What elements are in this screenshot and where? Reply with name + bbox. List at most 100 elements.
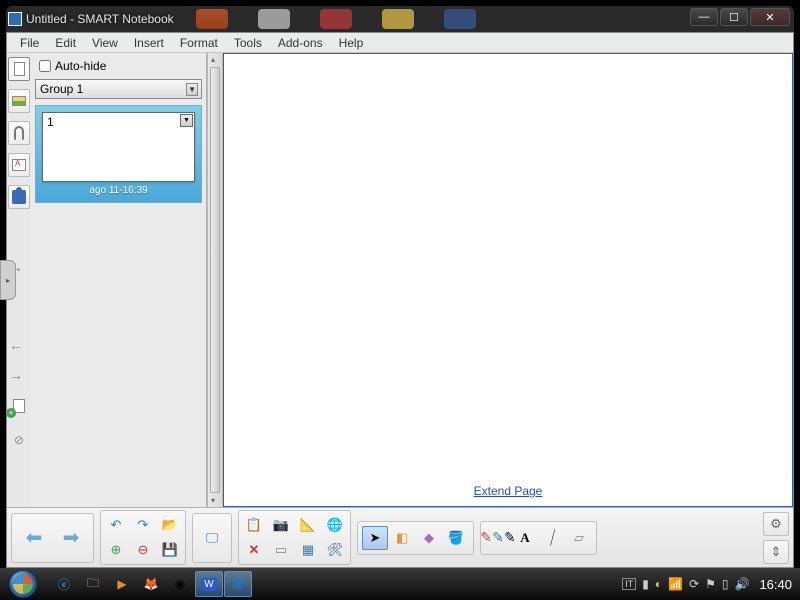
start-button[interactable] — [0, 568, 46, 600]
nav-group: ⬅ ➡ — [11, 513, 94, 563]
taskbar-explorer[interactable]: 🗀 — [79, 571, 107, 597]
eraser-tool[interactable]: ▱ — [566, 526, 592, 550]
prev-page-button[interactable]: ← — [9, 337, 29, 351]
main-area: ↔ ← → + ⊘ Auto-hide Group 1 1 ▼ — [7, 53, 793, 507]
folder-icon: 📂 — [162, 517, 178, 533]
save-button[interactable]: 💾 — [157, 538, 183, 562]
maximize-button[interactable]: ☐ — [720, 8, 748, 26]
close-button[interactable]: ✕ — [750, 8, 790, 26]
next-button[interactable]: ➡ — [53, 518, 89, 558]
panel-expand-handle[interactable] — [0, 260, 16, 300]
delete-page-button[interactable]: ⊘ — [8, 429, 30, 451]
minimize-button[interactable]: — — [690, 8, 718, 26]
tab-gallery[interactable] — [8, 89, 30, 113]
tab-properties[interactable] — [8, 153, 30, 177]
open-button[interactable]: 📂 — [157, 513, 183, 537]
taskbar-clock[interactable]: 16:40 — [759, 577, 792, 592]
tab-addons[interactable] — [8, 185, 30, 209]
vertical-scrollbar[interactable] — [207, 53, 223, 507]
select-tool[interactable]: ➤ — [362, 526, 388, 550]
menu-addons[interactable]: Add-ons — [271, 34, 330, 52]
tray-battery-icon[interactable]: ▯ — [722, 577, 729, 591]
page-thumb-menu-button[interactable]: ▼ — [180, 114, 193, 127]
taskbar-firefox[interactable]: 🦊 — [137, 571, 165, 597]
menu-tools[interactable]: Tools — [227, 34, 269, 52]
titlebar[interactable]: Untitled - SMART Notebook — ☐ ✕ — [6, 6, 794, 32]
screen-shade-button[interactable]: ▭ — [268, 538, 294, 562]
move-toolbar-button[interactable]: ⇕ — [763, 540, 789, 564]
group-dropdown-label: Group 1 — [40, 82, 83, 96]
shape-3d-tool[interactable]: ◧ — [389, 526, 415, 550]
x-icon: ✕ — [249, 542, 260, 558]
ruler-icon: 📐 — [300, 517, 316, 533]
taskbar-word[interactable]: W — [195, 571, 223, 597]
text-tool[interactable]: A — [512, 526, 538, 550]
toolbar-right: ⚙ ⇕ — [763, 512, 789, 564]
group-dropdown[interactable]: Group 1 — [35, 79, 202, 99]
camera-icon: 📷 — [273, 517, 289, 533]
page-thumbnail-selected[interactable]: 1 ▼ ago 11-16:39 — [35, 105, 202, 203]
page-canvas[interactable]: Extend Page — [223, 53, 793, 507]
prev-button[interactable]: ⬅ — [16, 518, 52, 558]
delete-page-toolbar-button[interactable]: ⊖ — [130, 538, 156, 562]
redo-icon: ↷ — [138, 517, 149, 533]
line-tool[interactable]: ／ — [539, 526, 565, 550]
menu-edit[interactable]: Edit — [48, 34, 83, 52]
screen-share-button[interactable]: 🖵 — [197, 518, 227, 558]
draw-group: ✎✎✎ A ／ ▱ — [480, 521, 597, 555]
clipboard-icon: 📋 — [246, 517, 262, 533]
menu-format[interactable]: Format — [173, 34, 225, 52]
delete-button[interactable]: ✕ — [241, 538, 267, 562]
word-icon: W — [201, 578, 216, 591]
paste-button[interactable]: 📋 — [241, 513, 267, 537]
arrow-right-icon: ➡ — [63, 525, 80, 550]
tray-flag-icon[interactable]: ▮ — [642, 577, 649, 591]
tab-page-sorter[interactable] — [8, 57, 30, 81]
tray-volume-icon[interactable]: 🔊 — [735, 577, 750, 591]
paint-bucket-icon: 🪣 — [448, 530, 464, 546]
tray-network-icon[interactable]: 📶 — [668, 577, 683, 591]
undo-button[interactable]: ↶ — [103, 513, 129, 537]
new-page-icon: ⊕ — [111, 542, 122, 558]
monitor-icon: 🖵 — [206, 530, 219, 546]
tray-action-icon[interactable]: ⚑ — [705, 577, 716, 591]
pens-tool[interactable]: ✎✎✎ — [485, 526, 511, 550]
tray-lang-icon[interactable]: IT — [622, 578, 636, 590]
page-thumbnail[interactable]: 1 ▼ — [42, 112, 195, 182]
autohide-label: Auto-hide — [55, 59, 106, 73]
redo-button[interactable]: ↷ — [130, 513, 156, 537]
extend-page-link[interactable]: Extend Page — [474, 484, 543, 498]
canvas-area: Extend Page — [207, 53, 793, 507]
page-number: 1 — [47, 115, 54, 129]
taskbar-smart-notebook[interactable]: ▣ — [224, 571, 252, 597]
table-icon: ▦ — [302, 542, 314, 558]
taskbar-chrome[interactable]: ◉ — [166, 571, 194, 597]
internet-button[interactable]: 🌐 — [322, 513, 348, 537]
expand-vertical-icon: ⇕ — [771, 544, 782, 560]
menu-file[interactable]: File — [13, 34, 46, 52]
new-page-button[interactable]: ⊕ — [103, 538, 129, 562]
menu-view[interactable]: View — [85, 34, 125, 52]
tray-sync-icon[interactable]: ⟳ — [689, 577, 699, 591]
taskbar-mediaplayer[interactable]: ▶ — [108, 571, 136, 597]
tray-update-icon[interactable]: ◐ — [655, 577, 662, 591]
next-page-button[interactable]: → — [9, 367, 29, 381]
measurement-button[interactable]: 📐 — [295, 513, 321, 537]
menu-insert[interactable]: Insert — [127, 34, 171, 52]
add-page-button[interactable]: + — [8, 395, 30, 417]
fill-tool[interactable]: 🪣 — [443, 526, 469, 550]
toolkit-button[interactable]: 🛠 — [322, 538, 348, 562]
line-icon: ／ — [542, 527, 561, 549]
undo-icon: ↶ — [111, 517, 122, 533]
folder-icon: 🗀 — [87, 574, 99, 595]
taskbar-ie[interactable]: ⓔ — [50, 571, 78, 597]
menu-help[interactable]: Help — [332, 34, 371, 52]
table-button[interactable]: ▦ — [295, 538, 321, 562]
shapes-tool[interactable]: ◆ — [416, 526, 442, 550]
tab-attachments[interactable] — [8, 121, 30, 145]
autohide-checkbox[interactable] — [39, 60, 51, 72]
system-tray: IT ▮ ◐ 📶 ⟳ ⚑ ▯ 🔊 16:40 — [622, 577, 800, 592]
text-icon: A — [520, 530, 529, 546]
settings-button[interactable]: ⚙ — [763, 512, 789, 536]
screen-capture-button[interactable]: 📷 — [268, 513, 294, 537]
